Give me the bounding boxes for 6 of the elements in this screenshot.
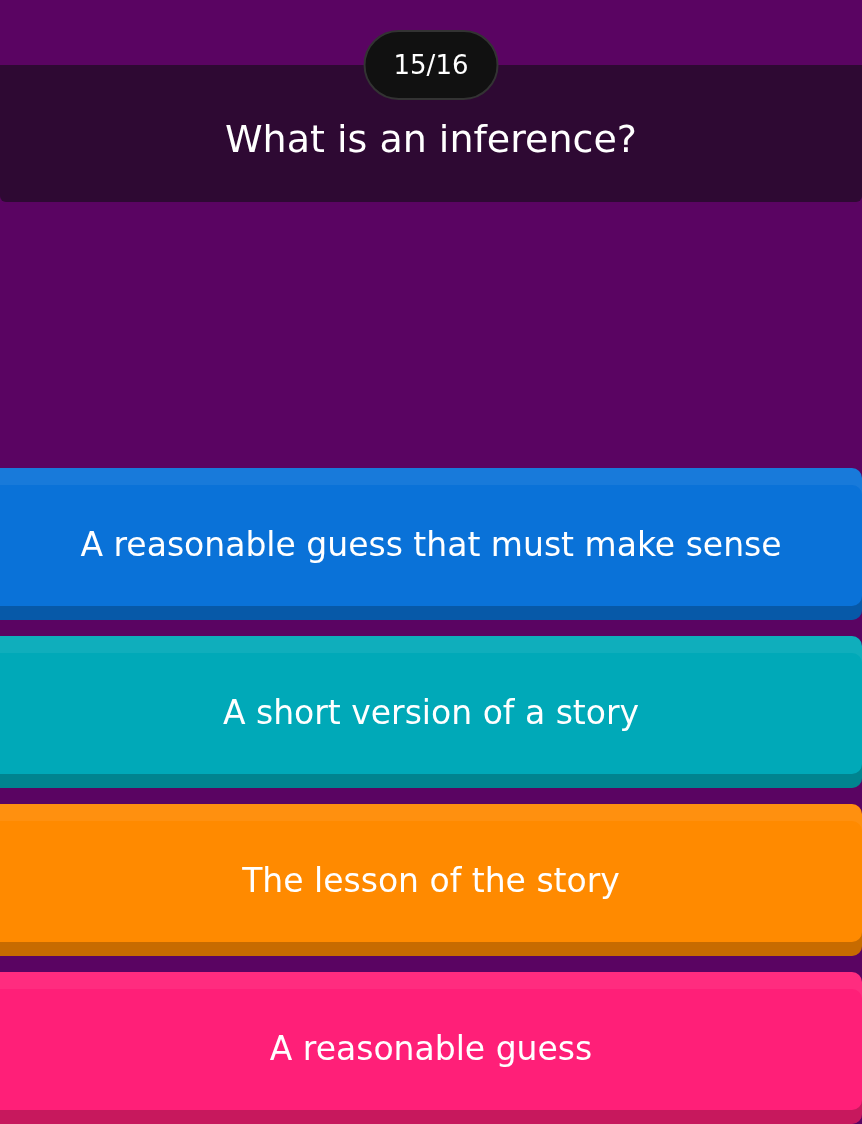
answer-button[interactable]: A short version of a story xyxy=(0,636,862,788)
answer-button[interactable]: A reasonable guess xyxy=(0,972,862,1124)
answer-button[interactable]: A reasonable guess that must make sense xyxy=(0,468,862,620)
answer-button[interactable]: The lesson of the story xyxy=(0,804,862,956)
question-text: What is an inference? xyxy=(225,116,637,161)
question-counter: 15/16 xyxy=(363,30,499,100)
